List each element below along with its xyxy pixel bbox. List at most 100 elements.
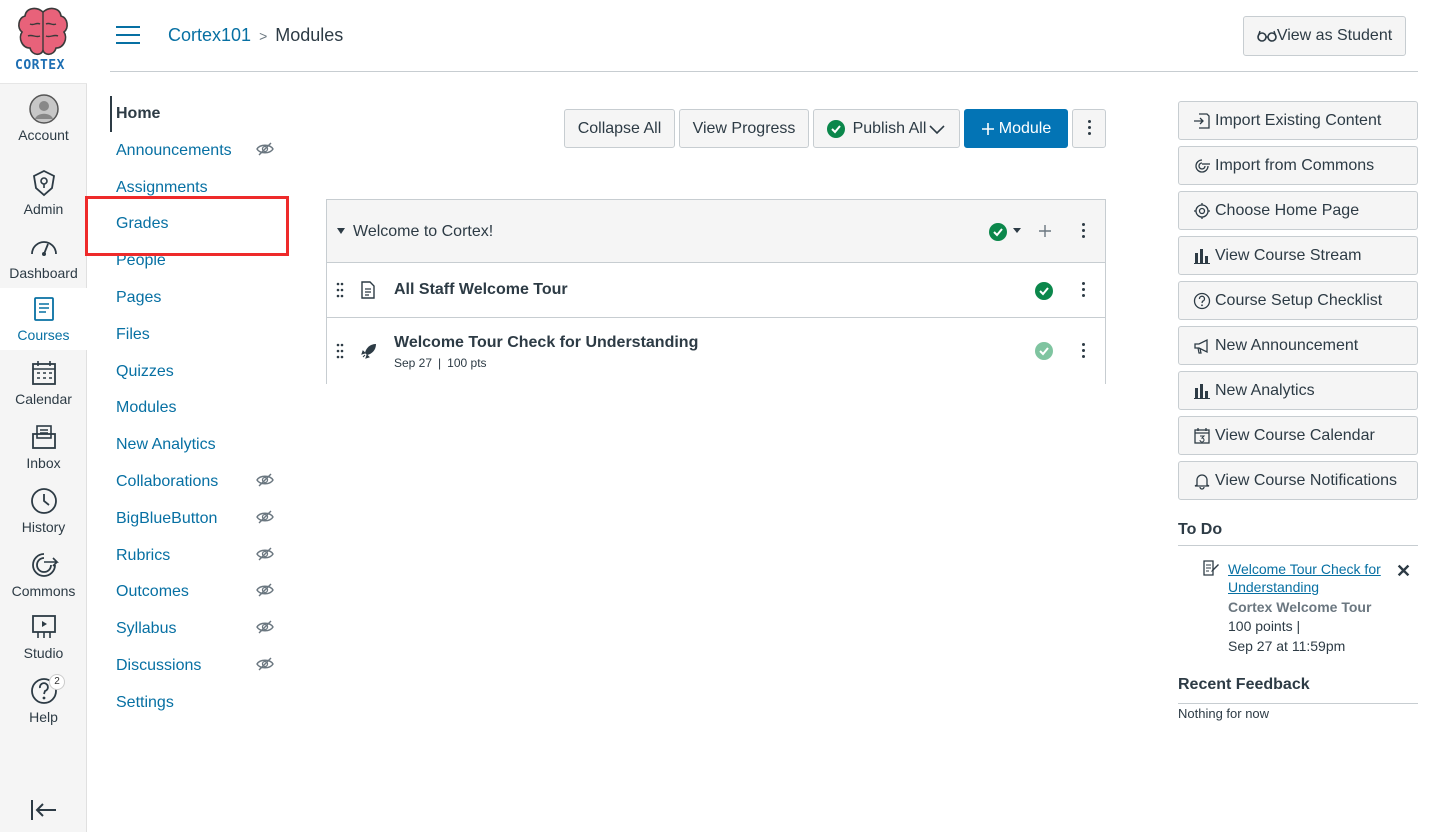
published-check-icon[interactable] — [1035, 282, 1053, 300]
nav-label: Account — [18, 127, 69, 143]
new-analytics-button[interactable]: New Analytics — [1178, 371, 1418, 410]
nav-label: Courses — [17, 327, 70, 343]
breadcrumb: Cortex101 > Modules — [168, 25, 343, 46]
view-course-calendar-button[interactable]: View Course Calendar — [1178, 416, 1418, 455]
course-nav-collaborations[interactable]: Collaborations — [116, 473, 218, 491]
nav-admin[interactable]: Admin — [0, 162, 87, 224]
new-announcement-button[interactable]: New Announcement — [1178, 326, 1418, 365]
bell-icon — [1194, 473, 1210, 490]
module-kebab-icon[interactable] — [1080, 223, 1086, 241]
caret-down-icon[interactable] — [1013, 228, 1021, 233]
course-nav-announcements[interactable]: Announcements — [116, 142, 232, 160]
nav-history[interactable]: History — [0, 480, 87, 542]
view-as-student-button[interactable]: View as Student — [1243, 16, 1406, 56]
more-options-button[interactable] — [1072, 109, 1106, 148]
view-course-stream-button[interactable]: View Course Stream — [1178, 236, 1418, 275]
course-nav-new-analytics[interactable]: New Analytics — [116, 436, 216, 454]
drag-handle-icon[interactable] — [335, 281, 345, 299]
eye-slash-icon — [256, 142, 274, 156]
course-nav-syllabus[interactable]: Syllabus — [116, 620, 176, 638]
course-nav-home[interactable]: Home — [116, 105, 160, 123]
nav-label: Commons — [11, 583, 76, 599]
drag-handle-icon[interactable] — [335, 342, 345, 360]
publish-all-button[interactable]: Publish All — [813, 109, 960, 148]
course-nav-rubrics[interactable]: Rubrics — [116, 547, 170, 565]
divider — [1178, 545, 1418, 546]
course-nav-quizzes[interactable]: Quizzes — [116, 363, 174, 381]
calendar-icon — [1194, 427, 1210, 444]
nav-help[interactable]: 2 Help — [0, 670, 87, 732]
course-nav-pages[interactable]: Pages — [116, 289, 161, 307]
hamburger-menu-icon[interactable] — [116, 26, 140, 46]
nav-calendar[interactable]: Calendar — [0, 352, 87, 414]
collapse-all-button[interactable]: Collapse All — [564, 109, 675, 148]
nav-account[interactable]: Account — [0, 88, 87, 150]
button-label: Import Existing Content — [1215, 111, 1382, 129]
divider — [1178, 703, 1418, 704]
course-nav-grades[interactable]: Grades — [116, 215, 168, 233]
collapse-nav-icon[interactable] — [28, 796, 60, 824]
button-label: New Analytics — [1215, 381, 1315, 399]
breadcrumb-course-link[interactable]: Cortex101 — [168, 25, 251, 45]
todo-course-name: Cortex Welcome Tour — [1228, 599, 1372, 615]
todo-points: 100 points | — [1228, 618, 1301, 634]
logo-text: CORTEX — [15, 58, 65, 73]
nav-label: Dashboard — [9, 265, 78, 281]
module-item-title[interactable]: Welcome Tour Check for Understanding — [394, 334, 698, 352]
add-module-button[interactable]: Module — [964, 109, 1068, 148]
breadcrumb-separator: > — [259, 28, 268, 44]
nav-studio[interactable]: Studio — [0, 606, 87, 668]
course-setup-checklist-button[interactable]: Course Setup Checklist — [1178, 281, 1418, 320]
commons-icon — [31, 553, 59, 577]
button-label: Choose Home Page — [1215, 201, 1360, 219]
eye-slash-icon — [256, 657, 274, 671]
cortex-logo[interactable]: CORTEX — [0, 0, 87, 84]
view-progress-button[interactable]: View Progress — [679, 109, 809, 148]
import-icon — [1194, 112, 1210, 129]
course-nav-discussions[interactable]: Discussions — [116, 657, 201, 675]
todo-item-link[interactable]: Welcome Tour Check for Understanding — [1228, 560, 1398, 596]
add-item-plus-icon[interactable] — [1038, 224, 1052, 238]
nav-courses[interactable]: Courses — [0, 288, 87, 350]
gauge-icon — [30, 241, 57, 256]
glasses-icon — [1257, 30, 1277, 42]
import-from-commons-button[interactable]: Import from Commons — [1178, 146, 1418, 185]
module-item-title[interactable]: All Staff Welcome Tour — [394, 281, 568, 299]
dismiss-close-icon[interactable]: ✕ — [1396, 561, 1411, 582]
calendar-icon — [31, 361, 56, 385]
item-kebab-icon[interactable] — [1080, 282, 1086, 300]
module-header[interactable]: Welcome to Cortex! — [327, 200, 1105, 263]
clock-icon — [30, 488, 57, 514]
book-icon — [33, 297, 54, 321]
published-check-icon[interactable] — [988, 222, 1008, 242]
choose-home-page-button[interactable]: Choose Home Page — [1178, 191, 1418, 230]
course-nav-settings[interactable]: Settings — [116, 694, 174, 712]
view-course-notifications-button[interactable]: View Course Notifications — [1178, 461, 1418, 500]
import-existing-content-button[interactable]: Import Existing Content — [1178, 101, 1418, 140]
nav-commons[interactable]: Commons — [0, 544, 87, 606]
bar-chart-icon — [1194, 248, 1210, 264]
item-kebab-icon[interactable] — [1080, 343, 1086, 361]
course-nav-modules[interactable]: Modules — [116, 399, 176, 417]
course-nav-bigbluebutton[interactable]: BigBlueButton — [116, 510, 217, 528]
recent-feedback-heading: Recent Feedback — [1178, 676, 1310, 693]
course-nav-people[interactable]: People — [116, 252, 166, 270]
target-icon — [1194, 202, 1210, 219]
course-nav-assignments[interactable]: Assignments — [116, 179, 208, 197]
nav-dashboard[interactable]: Dashboard — [0, 226, 87, 288]
published-check-icon — [826, 119, 845, 138]
module-item-row: Welcome Tour Check for Understanding Sep… — [327, 318, 1105, 384]
caret-down-icon[interactable] — [337, 228, 345, 234]
course-nav-files[interactable]: Files — [116, 326, 150, 344]
published-check-icon[interactable] — [1035, 342, 1053, 360]
module-card: Welcome to Cortex! All Staff Welcome Tou… — [326, 199, 1106, 384]
eye-slash-icon — [256, 583, 274, 597]
help-badge: 2 — [49, 674, 65, 690]
course-nav-outcomes[interactable]: Outcomes — [116, 583, 189, 601]
brain-icon — [18, 7, 68, 56]
nav-inbox[interactable]: Inbox — [0, 416, 87, 478]
shield-icon — [32, 169, 55, 197]
button-label: View Course Stream — [1215, 246, 1362, 264]
todo-due-date: Sep 27 at 11:59pm — [1228, 638, 1346, 654]
button-label: Course Setup Checklist — [1215, 291, 1383, 309]
